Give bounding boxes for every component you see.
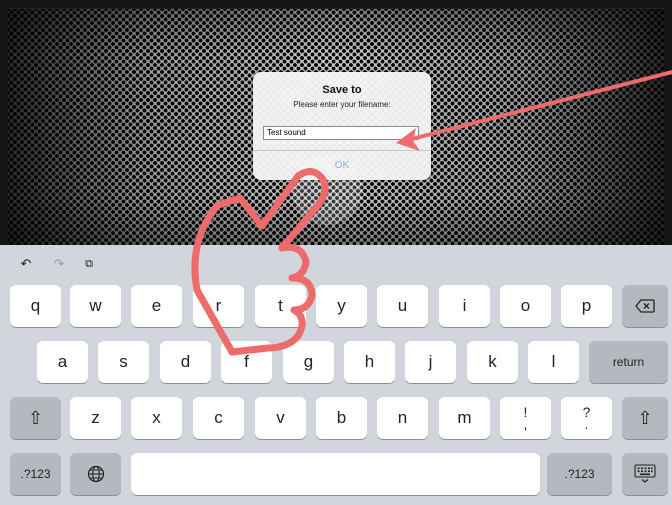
key-b[interactable]: b xyxy=(316,397,367,439)
key-m[interactable]: m xyxy=(439,397,490,439)
key-g[interactable]: g xyxy=(283,341,334,383)
dismiss-keyboard-key[interactable] xyxy=(622,453,668,495)
key-i[interactable]: i xyxy=(439,285,490,327)
key-u[interactable]: u xyxy=(377,285,428,327)
key-t[interactable]: t xyxy=(255,285,306,327)
key-n[interactable]: n xyxy=(377,397,428,439)
key-f[interactable]: f xyxy=(221,341,272,383)
key-question-period[interactable]: ? . xyxy=(561,397,612,439)
numbers-key-left[interactable]: .?123 xyxy=(10,453,61,495)
redo-icon[interactable]: ↷ xyxy=(52,257,66,271)
key-k[interactable]: k xyxy=(467,341,518,383)
key-y[interactable]: y xyxy=(316,285,367,327)
paste-icon[interactable]: ⧉ xyxy=(82,257,96,271)
filename-input[interactable]: Test sound xyxy=(263,126,419,140)
dialog-separator xyxy=(253,150,431,151)
key-a[interactable]: a xyxy=(37,341,88,383)
shift-key-left[interactable]: ⇧ xyxy=(10,397,61,439)
key-bottom-char: . xyxy=(584,416,589,432)
backspace-icon xyxy=(635,299,655,313)
hide-keyboard-icon xyxy=(634,464,656,483)
globe-key[interactable] xyxy=(70,453,121,495)
shift-icon: ⇧ xyxy=(27,407,44,428)
key-s[interactable]: s xyxy=(98,341,149,383)
key-e[interactable]: e xyxy=(131,285,182,327)
space-bar[interactable] xyxy=(131,453,540,495)
key-o[interactable]: o xyxy=(500,285,551,327)
key-exclaim-comma[interactable]: ! , xyxy=(500,397,551,439)
shift-icon: ⇧ xyxy=(637,407,653,428)
undo-icon[interactable]: ↶ xyxy=(19,257,33,271)
key-v[interactable]: v xyxy=(255,397,306,439)
delete-key[interactable] xyxy=(622,285,668,327)
numbers-key-right[interactable]: .?123 xyxy=(547,453,612,495)
key-bottom-char: , xyxy=(523,416,528,432)
ok-button[interactable]: OK xyxy=(253,160,431,171)
key-x[interactable]: x xyxy=(131,397,182,439)
key-j[interactable]: j xyxy=(405,341,456,383)
key-c[interactable]: c xyxy=(193,397,244,439)
key-z[interactable]: z xyxy=(70,397,121,439)
dialog-title: Save to xyxy=(322,84,362,96)
return-key[interactable]: return xyxy=(589,341,668,383)
key-h[interactable]: h xyxy=(344,341,395,383)
globe-icon xyxy=(87,465,104,483)
app-background: Save to Please enter your filename: Test… xyxy=(0,0,672,245)
dialog-message: Please enter your filename: xyxy=(293,100,391,109)
key-w[interactable]: w xyxy=(70,285,121,327)
save-dialog: Save to Please enter your filename: Test… xyxy=(253,72,431,180)
onscreen-keyboard: ↶ ↷ ⧉ q w e r t y u i o p a s d f g h j … xyxy=(0,245,672,505)
key-p[interactable]: p xyxy=(561,285,612,327)
shift-key-right[interactable]: ⇧ xyxy=(622,397,668,439)
key-q[interactable]: q xyxy=(10,285,61,327)
keyboard-toolbar: ↶ ↷ ⧉ xyxy=(0,245,672,277)
key-r[interactable]: r xyxy=(193,285,244,327)
key-d[interactable]: d xyxy=(160,341,211,383)
key-l[interactable]: l xyxy=(528,341,579,383)
